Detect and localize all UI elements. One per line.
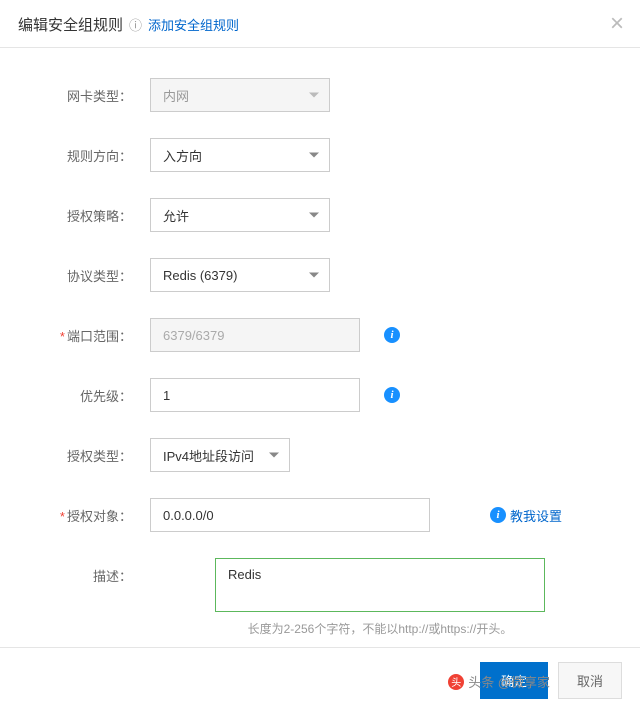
- label-protocol: 协议类型：: [30, 258, 150, 285]
- chevron-down-icon: [309, 153, 319, 158]
- description-hint: 长度为2-256个字符，不能以http://或https://开头。: [248, 620, 513, 637]
- input-priority[interactable]: [150, 378, 360, 412]
- select-direction-value: 入方向: [163, 146, 202, 165]
- chevron-down-icon: [309, 93, 319, 98]
- watermark: 头 头条 @微享家: [448, 672, 550, 691]
- info-icon[interactable]: i: [384, 327, 400, 343]
- row-protocol: 协议类型： Redis (6379): [30, 258, 610, 292]
- form-body: 网卡类型： 内网 规则方向： 入方向 授权策略： 允许 协议类型：: [0, 48, 640, 673]
- select-direction[interactable]: 入方向: [150, 138, 330, 172]
- label-auth-type: 授权类型：: [30, 438, 150, 465]
- row-nic-type: 网卡类型： 内网: [30, 78, 610, 112]
- label-nic-type: 网卡类型：: [30, 78, 150, 105]
- label-description: 描述：: [30, 558, 150, 585]
- chevron-down-icon: [309, 273, 319, 278]
- required-star: *: [60, 509, 65, 524]
- row-auth-type: 授权类型： IPv4地址段访问: [30, 438, 610, 472]
- label-auth-object: *授权对象：: [30, 498, 150, 525]
- label-port-range: *端口范围：: [30, 318, 150, 345]
- row-port-range: *端口范围： i: [30, 318, 610, 352]
- row-policy: 授权策略： 允许: [30, 198, 610, 232]
- required-star: *: [60, 329, 65, 344]
- label-priority: 优先级：: [30, 378, 150, 405]
- add-rule-link[interactable]: 添加安全组规则: [148, 15, 239, 34]
- input-port-range: [150, 318, 360, 352]
- textarea-description[interactable]: [215, 558, 545, 612]
- chevron-down-icon: [309, 213, 319, 218]
- info-icon[interactable]: i: [384, 387, 400, 403]
- info-icon: i: [490, 507, 506, 523]
- close-icon[interactable]: ×: [610, 10, 624, 38]
- select-protocol-value: Redis (6379): [163, 268, 237, 283]
- cancel-button[interactable]: 取消: [558, 662, 622, 699]
- select-nic-type: 内网: [150, 78, 330, 112]
- watermark-logo-icon: 头: [448, 674, 464, 690]
- label-policy: 授权策略：: [30, 198, 150, 225]
- row-direction: 规则方向： 入方向: [30, 138, 610, 172]
- teach-me-link[interactable]: i 教我设置: [490, 506, 562, 525]
- input-auth-object[interactable]: [150, 498, 430, 532]
- select-auth-type[interactable]: IPv4地址段访问: [150, 438, 290, 472]
- select-policy[interactable]: 允许: [150, 198, 330, 232]
- modal-title: 编辑安全组规则: [18, 14, 123, 35]
- select-protocol[interactable]: Redis (6379): [150, 258, 330, 292]
- row-description: 描述： 长度为2-256个字符，不能以http://或https://开头。: [30, 558, 610, 637]
- label-direction: 规则方向：: [30, 138, 150, 165]
- select-nic-type-value: 内网: [163, 86, 189, 105]
- row-priority: 优先级： i: [30, 378, 610, 412]
- chevron-down-icon: [269, 453, 279, 458]
- modal-header: 编辑安全组规则 ⓘ 添加安全组规则 ×: [0, 0, 640, 48]
- select-policy-value: 允许: [163, 206, 189, 225]
- row-auth-object: *授权对象： i 教我设置: [30, 498, 610, 532]
- help-icon[interactable]: ⓘ: [129, 15, 142, 34]
- select-auth-type-value: IPv4地址段访问: [163, 446, 254, 465]
